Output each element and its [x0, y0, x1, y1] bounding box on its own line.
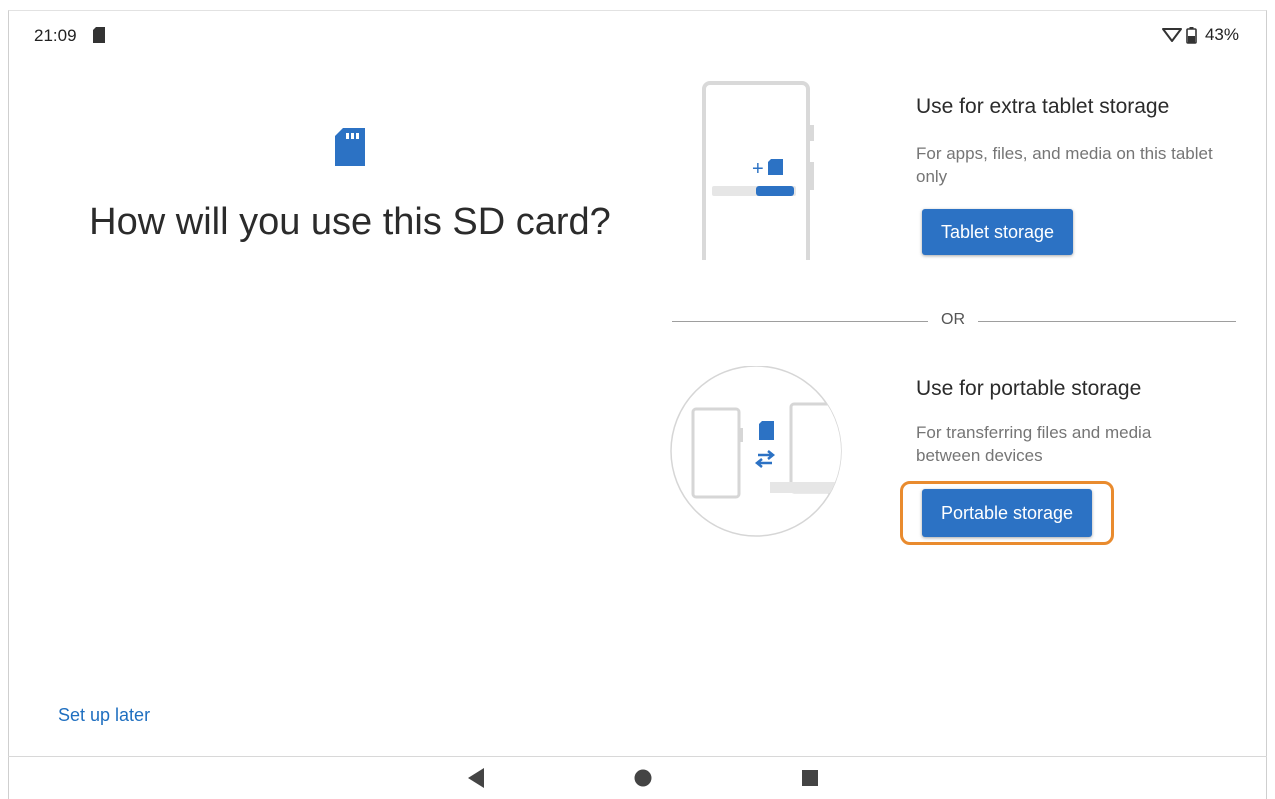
recents-icon[interactable] [800, 768, 820, 788]
divider-line-left [672, 321, 928, 322]
set-up-later-link[interactable]: Set up later [58, 705, 150, 726]
option-tablet-description: For apps, files, and media on this table… [916, 144, 1213, 186]
portable-storage-button[interactable]: Portable storage [922, 489, 1092, 537]
page-title: How will you use this SD card? [89, 201, 611, 243]
back-icon[interactable] [466, 767, 486, 789]
status-bar: 21:09 43% [8, 10, 1267, 62]
screen-frame [8, 10, 1267, 799]
wifi-icon [1161, 28, 1182, 42]
sd-card-icon [93, 27, 105, 43]
svg-text:+: + [752, 158, 764, 180]
option-portable-description: For transferring files and media between… [916, 423, 1152, 465]
battery-percentage: 43% [1204, 25, 1239, 44]
status-time: 21:09 [34, 26, 77, 45]
portable-storage-illustration [670, 366, 842, 537]
battery-icon [1186, 26, 1197, 44]
divider-line-right [978, 321, 1236, 322]
option-portable-title: Use for portable storage [916, 377, 1142, 400]
tablet-storage-illustration: + [702, 81, 814, 260]
option-tablet-title: Use for extra tablet storage [916, 95, 1170, 118]
navigation-bar [8, 756, 1267, 799]
home-icon[interactable] [633, 768, 653, 788]
sd-card-icon [335, 128, 365, 166]
divider-or-label: OR [941, 311, 965, 328]
status-icons: 43% [1161, 25, 1239, 45]
tablet-storage-button[interactable]: Tablet storage [922, 209, 1073, 255]
